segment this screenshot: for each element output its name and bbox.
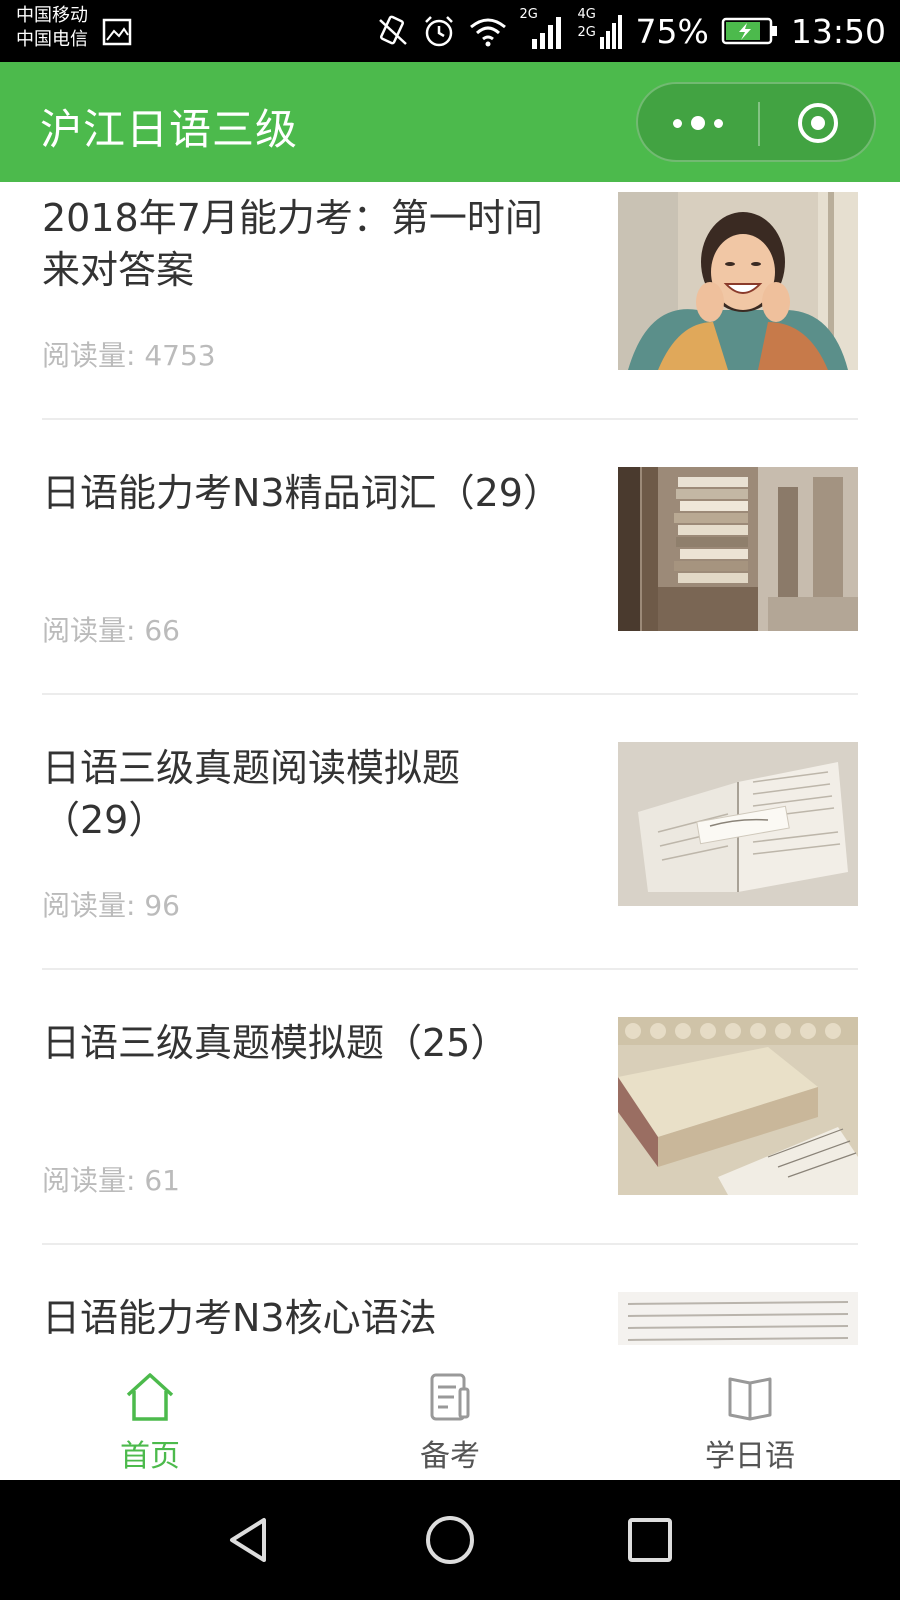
carrier-2: 中国电信 xyxy=(16,29,88,50)
carrier-info: 中国移动 中国电信 xyxy=(16,4,88,52)
open-book-icon xyxy=(728,1377,772,1421)
target-close-icon xyxy=(798,103,838,143)
article-item[interactable]: 日语三级真题模拟题（25） 阅读量: 61 xyxy=(0,1007,900,1282)
smiling-woman-photo xyxy=(618,192,858,370)
book-on-lace-photo xyxy=(618,1017,858,1195)
wifi-icon xyxy=(469,18,506,47)
tab-label: 首页 xyxy=(120,1439,180,1474)
tab-bar: 首页 备考 学日语 xyxy=(0,1345,900,1480)
bookshelf-photo xyxy=(618,467,858,631)
article-item[interactable]: 日语能力考N3精品词汇（29） 阅读量: 66 xyxy=(0,457,900,732)
status-right: 2G 4G 2G 75% 13:50 xyxy=(376,7,886,54)
divider xyxy=(42,968,858,970)
app-header: 沪江日语三级 xyxy=(0,62,900,182)
divider xyxy=(42,418,858,420)
article-thumbnail xyxy=(618,1017,858,1195)
back-icon[interactable] xyxy=(220,1510,280,1570)
alarm-icon xyxy=(424,16,453,47)
article-read-count: 阅读量: 66 xyxy=(42,614,180,647)
home-circle-icon[interactable] xyxy=(420,1510,480,1570)
article-read-count: 阅读量: 4753 xyxy=(42,339,216,372)
article-item[interactable]: 2018年7月能力考：第一时间来对答案 阅读量: 4753 xyxy=(0,182,900,457)
battery-charging-icon xyxy=(721,17,777,45)
article-thumbnail xyxy=(618,467,858,631)
article-thumbnail xyxy=(618,742,858,906)
article-thumbnail xyxy=(618,1292,858,1345)
open-book-photo xyxy=(618,742,858,906)
status-bar: 中国移动 中国电信 2G 4G 2G 75% 13:50 xyxy=(0,0,900,62)
tab-label: 备考 xyxy=(420,1439,480,1474)
article-title: 2018年7月能力考：第一时间来对答案 xyxy=(42,196,543,292)
more-button[interactable] xyxy=(638,84,758,162)
menu-capsule xyxy=(636,82,876,162)
tab-label: 学日语 xyxy=(705,1439,795,1474)
recent-apps-icon[interactable] xyxy=(620,1510,680,1570)
article-list: 2018年7月能力考：第一时间来对答案 阅读量: 4753 日语能力考N3精品词… xyxy=(0,182,900,1345)
battery-percent: 75% xyxy=(635,11,709,51)
carrier-1: 中国移动 xyxy=(16,5,88,26)
article-item[interactable]: 日语能力考N3核心语法 xyxy=(0,1282,900,1345)
page-title: 沪江日语三级 xyxy=(40,105,299,154)
article-thumbnail xyxy=(618,192,858,370)
signal-2g-icon: 2G xyxy=(520,7,566,51)
tab-prepare[interactable]: 备考 xyxy=(300,1345,600,1480)
system-nav-bar xyxy=(0,1480,900,1600)
article-title: 日语三级真题阅读模拟题（29） xyxy=(42,746,461,842)
vibrate-icon xyxy=(378,15,407,45)
notes-pencil-icon xyxy=(430,1373,470,1421)
signal-4g-icon: 4G 2G xyxy=(578,7,624,51)
tab-home[interactable]: 首页 xyxy=(0,1345,300,1480)
article-title: 日语三级真题模拟题（25） xyxy=(42,1021,509,1065)
article-read-count: 阅读量: 61 xyxy=(42,1164,180,1197)
clock: 13:50 xyxy=(790,11,886,51)
article-read-count: 阅读量: 96 xyxy=(42,889,180,922)
gallery-icon xyxy=(102,18,132,46)
article-title: 日语能力考N3精品词汇（29） xyxy=(42,471,561,515)
more-dots-icon xyxy=(673,116,723,130)
article-title: 日语能力考N3核心语法 xyxy=(42,1296,437,1340)
home-icon xyxy=(126,1373,174,1421)
divider xyxy=(42,693,858,695)
divider xyxy=(42,1243,858,1245)
text-page-photo xyxy=(618,1292,858,1345)
article-item[interactable]: 日语三级真题阅读模拟题（29） 阅读量: 96 xyxy=(0,732,900,1007)
tab-learn-japanese[interactable]: 学日语 xyxy=(600,1345,900,1480)
close-button[interactable] xyxy=(760,84,876,162)
